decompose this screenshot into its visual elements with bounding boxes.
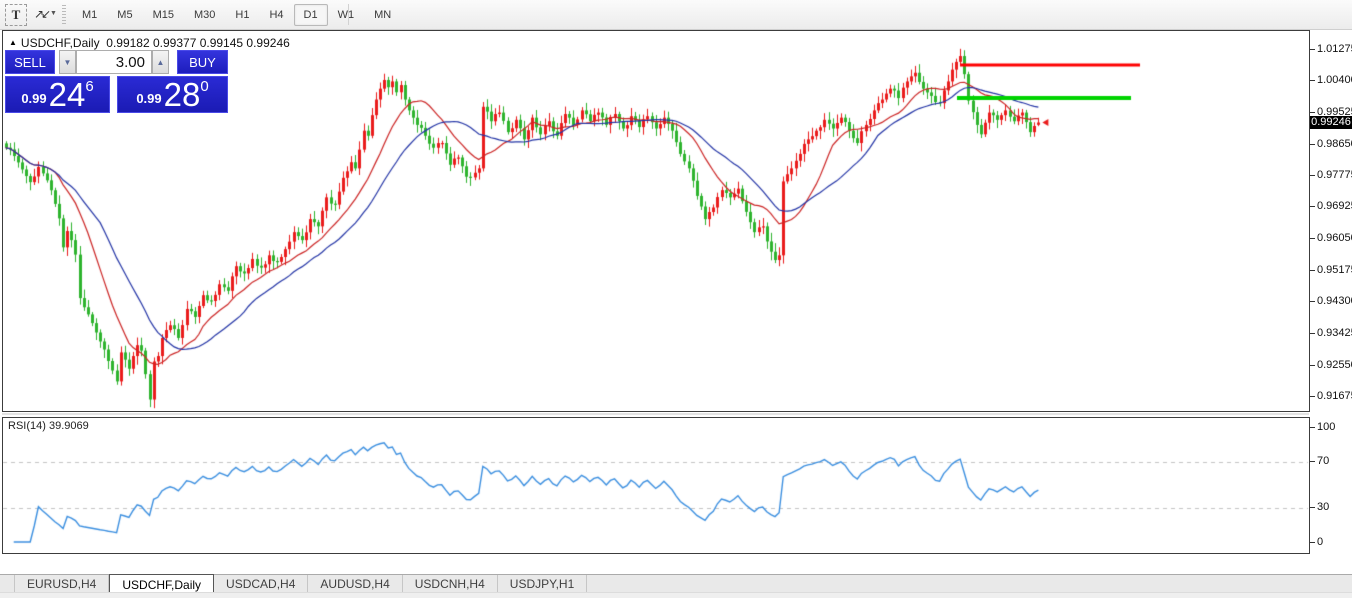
- price-axis-tick: [1310, 49, 1315, 50]
- chart-tab-usdcnh-h4[interactable]: USDCNH,H4: [403, 575, 498, 592]
- rsi-axis-tick: [1310, 542, 1315, 543]
- toolbar-separator: [348, 4, 349, 25]
- buy-price-base: 0.99: [136, 91, 161, 106]
- price-axis-label: 0.97775: [1317, 169, 1352, 181]
- price-axis-label: 0.94300: [1317, 295, 1352, 307]
- text-label-tool-icon[interactable]: T: [5, 4, 27, 26]
- buy-price-big-digits: 28: [164, 80, 201, 110]
- price-axis-tick: [1310, 396, 1315, 397]
- volume-input[interactable]: [76, 50, 152, 74]
- toolbar: T ↗↙ ▼ M1M5M15M30H1H4D1W1MN: [0, 0, 1352, 30]
- rsi-axis-tick: [1310, 461, 1315, 462]
- sell-price-pipette: 6: [85, 78, 93, 95]
- price-axis-tick: [1310, 238, 1315, 239]
- toolbar-drag-handle[interactable]: [62, 5, 66, 24]
- timeframe-button-mn[interactable]: MN: [364, 4, 401, 26]
- price-axis-tick: [1310, 206, 1315, 207]
- one-click-trading-panel: SELL ▼ ▲ BUY 0.99 24 6 0.99 28 0: [5, 50, 228, 113]
- status-bar: [0, 592, 1352, 598]
- arrow-objects-tool-icon[interactable]: ↗↙: [31, 4, 51, 24]
- rsi-axis-label: 100: [1317, 421, 1335, 433]
- chart-symbol-label: USDCHF,Daily: [21, 36, 100, 50]
- price-axis-tick: [1310, 80, 1315, 81]
- volume-decrease-button[interactable]: ▼: [59, 50, 76, 74]
- price-axis-tick: [1310, 144, 1315, 145]
- price-axis-label: 0.98650: [1317, 138, 1352, 150]
- rsi-axis-tick: [1310, 427, 1315, 428]
- timeframe-button-h1[interactable]: H1: [225, 4, 259, 26]
- price-axis-tick: [1310, 365, 1315, 366]
- rsi-axis-label: 70: [1317, 455, 1329, 467]
- tick-up-icon: ▲: [9, 38, 17, 47]
- timeframe-button-d1[interactable]: D1: [294, 4, 328, 26]
- sell-button[interactable]: SELL: [5, 50, 55, 74]
- chart-tab-audusd-h4[interactable]: AUDUSD,H4: [308, 575, 402, 592]
- timeframe-button-m15[interactable]: M15: [143, 4, 184, 26]
- price-axis-label: 1.01275: [1317, 43, 1352, 55]
- chart-tab-eurusd-h4[interactable]: EURUSD,H4: [14, 575, 109, 592]
- chart-tab-usdcad-h4[interactable]: USDCAD,H4: [214, 575, 308, 592]
- rsi-axis-label: 30: [1317, 501, 1329, 513]
- buy-price-button[interactable]: 0.99 28 0: [117, 76, 228, 113]
- price-axis-label: 0.91675: [1317, 390, 1352, 402]
- price-axis-label: 0.93425: [1317, 327, 1352, 339]
- trade-panel-top-row: SELL ▼ ▲ BUY: [5, 50, 228, 74]
- sell-price-base: 0.99: [21, 91, 46, 106]
- price-axis-label: 0.96925: [1317, 200, 1352, 212]
- buy-button[interactable]: BUY: [177, 50, 228, 74]
- sell-price-big-digits: 24: [49, 80, 86, 110]
- chart-title: ▲ USDCHF,Daily 0.99182 0.99377 0.99145 0.…: [9, 36, 290, 50]
- price-axis-tick: [1310, 112, 1315, 113]
- timeframe-button-m5[interactable]: M5: [107, 4, 142, 26]
- timeframe-button-m1[interactable]: M1: [72, 4, 107, 26]
- current-price-tag: 0.99246: [1310, 116, 1352, 129]
- chart-tab-usdchf-daily[interactable]: USDCHF,Daily: [109, 574, 214, 592]
- chart-tab-usdjpy-h1[interactable]: USDJPY,H1: [498, 575, 587, 592]
- pane-splitter[interactable]: [2, 413, 1309, 415]
- buy-price-pipette: 0: [200, 78, 208, 95]
- timeframe-button-w1[interactable]: W1: [328, 4, 365, 26]
- trading-terminal-window: T ↗↙ ▼ M1M5M15M30H1H4D1W1MN ▲ USDCHF,Dail…: [0, 0, 1352, 598]
- price-axis-label: 0.92550: [1317, 359, 1352, 371]
- chart-tab-bar: EURUSD,H4USDCHF,DailyUSDCAD,H4AUDUSD,H4U…: [0, 574, 1352, 592]
- timeframe-button-group: M1M5M15M30H1H4D1W1MN: [72, 2, 401, 27]
- price-axis-tick: [1310, 175, 1315, 176]
- sell-price-button[interactable]: 0.99 24 6: [5, 76, 110, 113]
- price-axis-label: 0.95175: [1317, 264, 1352, 276]
- timeframe-button-m30[interactable]: M30: [184, 4, 225, 26]
- price-axis-tick: [1310, 333, 1315, 334]
- chart-ohlc-values: 0.99182 0.99377 0.99145 0.99246: [106, 36, 290, 50]
- timeframe-button-h4[interactable]: H4: [259, 4, 293, 26]
- price-axis-tick: [1310, 270, 1315, 271]
- rsi-axis-label: 0: [1317, 536, 1323, 548]
- rsi-axis-tick: [1310, 507, 1315, 508]
- price-axis-label: 1.00400: [1317, 74, 1352, 86]
- price-axis-label: 0.96050: [1317, 232, 1352, 244]
- price-axis-tick: [1310, 301, 1315, 302]
- volume-increase-button[interactable]: ▲: [152, 50, 169, 74]
- arrow-tool-dropdown-caret-icon[interactable]: ▼: [50, 10, 57, 17]
- rsi-indicator-label: RSI(14) 39.9069: [8, 420, 89, 432]
